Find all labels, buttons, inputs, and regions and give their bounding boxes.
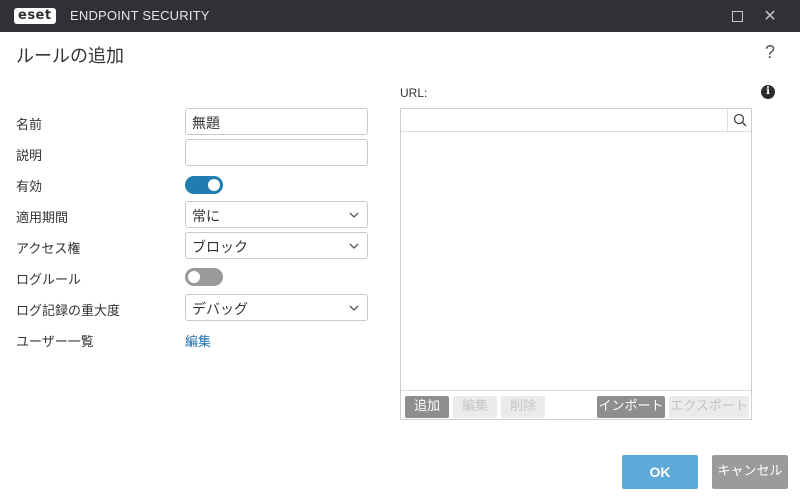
name-label: 名前 [16,118,43,133]
close-icon[interactable]: ✕ [760,6,780,26]
add-button[interactable]: 追加 [405,396,449,418]
help-icon[interactable]: ? [765,42,775,63]
maximize-icon[interactable] [727,6,747,26]
ok-button[interactable]: OK [622,455,698,489]
period-select[interactable]: 常に [185,201,368,228]
log-severity-select[interactable]: デバッグ [185,294,368,321]
enabled-toggle[interactable] [185,176,223,194]
url-search-input[interactable] [403,110,723,130]
enabled-label: 有効 [16,180,43,195]
user-list-edit-link[interactable]: 編集 [185,331,211,350]
info-icon[interactable]: i [761,85,775,99]
chevron-down-icon [349,243,359,249]
page-title: ルールの追加 [16,46,124,67]
import-button[interactable]: インポート [597,396,665,418]
export-button[interactable]: エクスポート [669,396,749,418]
chevron-down-icon [349,305,359,311]
url-panel: 追加 編集 削除 インポート エクスポート [400,108,752,420]
eset-logo: eset [14,7,56,25]
log-rule-toggle[interactable] [185,268,223,286]
period-value: 常に [192,209,220,225]
url-toolbar: 追加 編集 削除 インポート エクスポート [401,390,751,419]
delete-button[interactable]: 削除 [501,396,545,418]
title-bar: eset ENDPOINT SECURITY ✕ [0,0,800,32]
chevron-down-icon [349,212,359,218]
app-title: ENDPOINT SECURITY [70,8,210,23]
access-select[interactable]: ブロック [185,232,368,259]
search-icon[interactable] [727,109,751,131]
log-severity-value: デバッグ [192,302,248,318]
log-rule-label: ログルール [16,273,82,288]
eset-logo-text: eset [14,8,56,24]
url-label: URL: [400,86,428,100]
url-search [401,109,751,132]
url-list[interactable] [401,132,751,390]
description-field[interactable] [185,139,368,166]
user-list-label: ユーザー一覧 [16,335,94,350]
name-value: 無題 [192,116,220,132]
edit-button[interactable]: 編集 [453,396,497,418]
log-severity-label: ログ記録の重大度 [16,304,121,319]
period-label: 適用期間 [16,211,69,226]
description-label: 説明 [16,149,43,164]
access-value: ブロック [192,240,248,256]
access-label: アクセス権 [16,242,81,257]
name-field[interactable]: 無題 [185,108,368,135]
cancel-button[interactable]: キャンセル [712,455,788,489]
